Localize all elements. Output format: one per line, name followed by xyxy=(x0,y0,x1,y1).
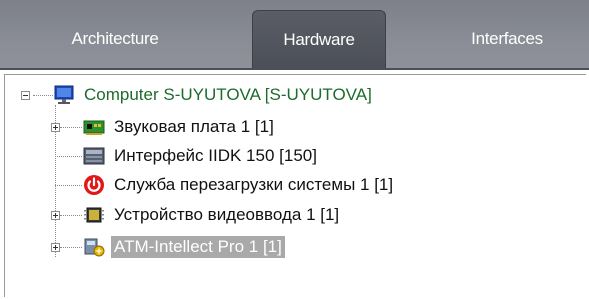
tree-node-sound-card[interactable]: Звуковая плата 1 [1] xyxy=(83,114,277,140)
iidk-interface-icon xyxy=(83,145,105,167)
tree-node-label: Звуковая плата 1 [1] xyxy=(114,117,274,136)
video-capture-icon xyxy=(83,204,105,226)
tab-hardware[interactable]: Hardware xyxy=(252,10,386,68)
hardware-tree[interactable]: Computer S-UYUTOVA [S-UYUTOVA] Звуковая … xyxy=(4,74,586,297)
tree-node-computer[interactable]: Computer S-UYUTOVA [S-UYUTOVA] xyxy=(53,82,375,108)
tab-bar: Architecture Hardware Interfaces xyxy=(0,0,589,68)
tree-connector xyxy=(55,156,82,157)
tab-interfaces[interactable]: Interfaces xyxy=(432,10,582,68)
computer-icon xyxy=(53,84,75,106)
tree-connector xyxy=(60,127,82,128)
tree-node-label: ATM-Intellect Pro 1 [1] xyxy=(111,236,285,258)
tree-node-label: Computer S-UYUTOVA [S-UYUTOVA] xyxy=(84,85,372,104)
expand-toggle-sound-card[interactable] xyxy=(51,123,60,132)
tree-node-video-capture[interactable]: Устройство видеоввода 1 [1] xyxy=(83,202,342,228)
tree-connector xyxy=(33,95,53,96)
tree-node-label: Служба перезагрузки системы 1 [1] xyxy=(114,175,394,194)
tree-node-iidk-interface[interactable]: Интерфейс IIDK 150 [150] xyxy=(83,143,320,169)
tree-connector xyxy=(60,247,82,248)
power-icon xyxy=(83,174,105,196)
expand-toggle-video-capture[interactable] xyxy=(51,211,60,220)
tree-node-label: Устройство видеоввода 1 [1] xyxy=(114,205,340,224)
tree-connector xyxy=(60,215,82,216)
tree-node-reboot-service[interactable]: Служба перезагрузки системы 1 [1] xyxy=(83,172,396,198)
tab-divider xyxy=(0,68,589,70)
tree-node-label: Интерфейс IIDK 150 [150] xyxy=(114,146,317,165)
tree-connector xyxy=(55,185,82,186)
expand-toggle-atm-intellect[interactable] xyxy=(51,243,60,252)
collapse-toggle-root[interactable] xyxy=(21,91,30,100)
sound-card-icon xyxy=(83,116,105,138)
hardware-window: Architecture Hardware Interfaces Compute… xyxy=(0,0,589,299)
tab-architecture[interactable]: Architecture xyxy=(30,10,200,68)
atm-intellect-icon xyxy=(83,236,105,258)
tree-node-atm-intellect[interactable]: ATM-Intellect Pro 1 [1] xyxy=(83,234,285,260)
